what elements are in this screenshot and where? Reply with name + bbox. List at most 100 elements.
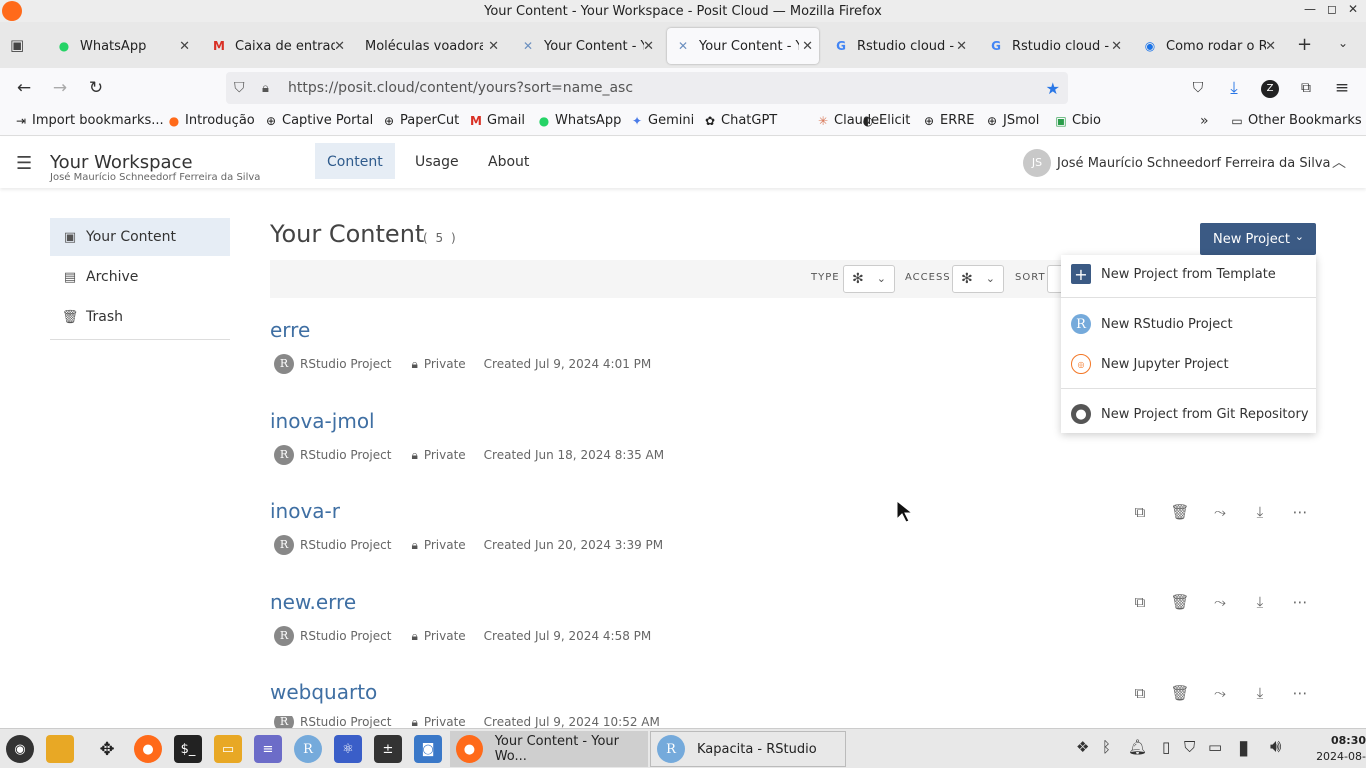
firefox-view-icon[interactable]: ▣ xyxy=(10,36,24,54)
new-tab-icon[interactable]: + xyxy=(1297,34,1312,55)
copy-icon[interactable]: ⧉ xyxy=(1128,500,1152,524)
extensions-icon[interactable]: ⧉ xyxy=(1294,76,1318,100)
bookmark-erre[interactable]: ⊕ ERRE xyxy=(922,113,975,128)
move-icon[interactable]: ⤳ xyxy=(1208,590,1232,614)
more-icon[interactable]: ⋯ xyxy=(1288,500,1312,524)
reload-icon[interactable]: ↻ xyxy=(84,76,108,100)
more-icon[interactable]: ⋯ xyxy=(1288,590,1312,614)
pocket-icon[interactable]: ⛉ xyxy=(1186,76,1210,100)
chevron-up-icon[interactable]: ︿ xyxy=(1332,152,1346,172)
workspace-title[interactable]: Your Workspace xyxy=(50,152,193,173)
trash-icon[interactable]: 🗑︎ xyxy=(1168,500,1192,524)
tab-whatsapp[interactable]: ● WhatsApp ✕ xyxy=(48,28,196,64)
nav-about[interactable]: About xyxy=(476,143,541,179)
user-name[interactable]: José Maurício Schneedorf Ferreira da Sil… xyxy=(1057,156,1331,171)
access-filter-select[interactable]: ✻ ⌄ xyxy=(952,265,1004,293)
text-editor-icon[interactable]: ≡ xyxy=(254,735,282,763)
molecule-app-icon[interactable]: ⚛ xyxy=(334,735,362,763)
download-icon[interactable]: ⤓ xyxy=(1222,76,1246,100)
battery-icon[interactable]: ▮ xyxy=(1238,735,1249,759)
tab-your-content[interactable]: ✕ Your Content - Y ✕ xyxy=(512,28,660,64)
sidebar-item-archive[interactable]: ▤ Archive xyxy=(50,258,230,296)
tab-list-icon[interactable]: ⌄ xyxy=(1338,36,1348,50)
back-icon[interactable]: ← xyxy=(12,76,36,100)
zotero-icon[interactable]: Z xyxy=(1261,80,1279,98)
forward-icon[interactable]: → xyxy=(48,76,72,100)
files-icon[interactable] xyxy=(46,735,74,763)
bookmark-papercut[interactable]: ⊕ PaperCut xyxy=(382,113,459,128)
move-window-icon[interactable]: ✥ xyxy=(93,735,121,763)
url-bar[interactable]: ⛉ 🔒︎ https://posit.cloud/content/yours?s… xyxy=(226,72,1068,104)
clock[interactable]: 08:30 2024-08-26 xyxy=(1314,733,1366,768)
taskbar-window-firefox[interactable]: ● Your Content - Your Wo... xyxy=(450,731,648,767)
close-icon[interactable]: ✕ xyxy=(802,39,813,54)
tab-como-rodar[interactable]: ◉ Como rodar o R ✕ xyxy=(1134,28,1282,64)
bookmark-gemini[interactable]: ✦ Gemini xyxy=(630,113,694,128)
move-icon[interactable]: ⤳ xyxy=(1208,681,1232,705)
menu-item-git-repo[interactable]: ● New Project from Git Repository xyxy=(1061,396,1316,432)
bookmark-captive-portal[interactable]: ⊕ Captive Portal xyxy=(264,113,373,128)
maximize-icon[interactable]: ◻ xyxy=(1327,2,1337,16)
bluetooth-icon[interactable]: ᛒ xyxy=(1102,738,1111,756)
close-icon[interactable]: ✕ xyxy=(1265,39,1276,54)
trash-icon[interactable]: 🗑︎ xyxy=(1168,681,1192,705)
menu-item-from-template[interactable]: + New Project from Template xyxy=(1061,256,1316,292)
avatar[interactable]: JS xyxy=(1023,149,1051,177)
move-icon[interactable]: ⤳ xyxy=(1208,500,1232,524)
close-icon[interactable]: ✕ xyxy=(488,39,499,54)
calculator-icon[interactable]: ± xyxy=(374,735,402,763)
menu-item-rstudio[interactable]: R New RStudio Project xyxy=(1061,306,1316,342)
security-icon[interactable]: ⛉ xyxy=(1184,738,1195,756)
bookmark-gmail[interactable]: M Gmail xyxy=(469,113,525,128)
new-project-button[interactable]: New Project ⌄ xyxy=(1200,223,1316,255)
project-name[interactable]: inova-jmol xyxy=(270,409,375,433)
display-icon[interactable]: ▭ xyxy=(1208,738,1222,756)
tab-your-content-active[interactable]: ✕ Your Content - Y ✕ xyxy=(667,28,819,64)
close-icon[interactable]: ✕ xyxy=(334,39,345,54)
bookmark-jsmol[interactable]: ⊕ JSmol xyxy=(985,113,1039,128)
type-filter-select[interactable]: ✻ ⌄ xyxy=(843,265,895,293)
bookmark-chatgpt[interactable]: ✿ ChatGPT xyxy=(703,113,777,128)
project-name[interactable]: erre xyxy=(270,318,310,342)
menu-icon[interactable]: ≡ xyxy=(1330,76,1354,100)
sidebar-item-trash[interactable]: 🗑︎ Trash xyxy=(50,298,230,336)
tab-moleculas[interactable]: Moléculas voadoras ✕ xyxy=(357,28,505,64)
dropbox-icon[interactable]: ❖ xyxy=(1076,738,1089,756)
more-icon[interactable]: ⋯ xyxy=(1288,681,1312,705)
project-name[interactable]: webquarto xyxy=(270,680,377,704)
close-icon[interactable]: ✕ xyxy=(1111,39,1122,54)
firefox-icon[interactable]: ● xyxy=(134,735,162,763)
folder-icon[interactable]: ▭ xyxy=(214,735,242,763)
sidebar-item-your-content[interactable]: ▣ Your Content xyxy=(50,218,230,256)
nav-content[interactable]: Content xyxy=(315,143,395,179)
volume-icon[interactable]: 🔊︎ xyxy=(1270,736,1281,757)
nav-usage[interactable]: Usage xyxy=(403,143,471,179)
copy-icon[interactable]: ⧉ xyxy=(1128,681,1152,705)
bookmark-cbio[interactable]: ▣ Cbio xyxy=(1054,113,1101,128)
project-name[interactable]: new.erre xyxy=(270,590,356,614)
tab-gmail[interactable]: M Caixa de entrada ✕ xyxy=(203,28,351,64)
menu-item-jupyter[interactable]: ◎ New Jupyter Project xyxy=(1061,346,1316,382)
taskbar-window-rstudio[interactable]: R Kapacita - RStudio xyxy=(650,731,846,767)
copy-icon[interactable]: ⧉ xyxy=(1128,590,1152,614)
camera-icon[interactable]: ◙ xyxy=(414,735,442,763)
lock-icon[interactable]: 🔒︎ xyxy=(262,81,269,96)
rstudio-icon[interactable]: R xyxy=(294,735,322,763)
bookmark-elicit[interactable]: ◐ Elicit xyxy=(861,113,911,128)
clipboard-icon[interactable]: ▯ xyxy=(1162,738,1170,756)
bookmark-import[interactable]: ⇥ Import bookmarks... xyxy=(14,113,164,128)
chevron-right-icon[interactable]: » xyxy=(1200,113,1209,129)
url-text[interactable]: https://posit.cloud/content/yours?sort=n… xyxy=(288,80,633,96)
trash-icon[interactable]: 🗑︎ xyxy=(1168,590,1192,614)
minimize-icon[interactable]: — xyxy=(1304,2,1316,16)
close-icon[interactable]: ✕ xyxy=(956,39,967,54)
download-icon[interactable]: ⤓ xyxy=(1248,681,1272,705)
project-name[interactable]: inova-r xyxy=(270,499,340,523)
start-menu-icon[interactable]: ◉ xyxy=(6,735,34,763)
download-icon[interactable]: ⤓ xyxy=(1248,500,1272,524)
close-icon[interactable]: ✕ xyxy=(643,39,654,54)
tab-rstudio-cloud-1[interactable]: G Rstudio cloud - F ✕ xyxy=(825,28,973,64)
shield-icon[interactable]: ⛉ xyxy=(234,80,245,96)
close-icon[interactable]: ✕ xyxy=(1348,2,1358,16)
other-bookmarks[interactable]: ▭ Other Bookmarks xyxy=(1230,113,1361,128)
